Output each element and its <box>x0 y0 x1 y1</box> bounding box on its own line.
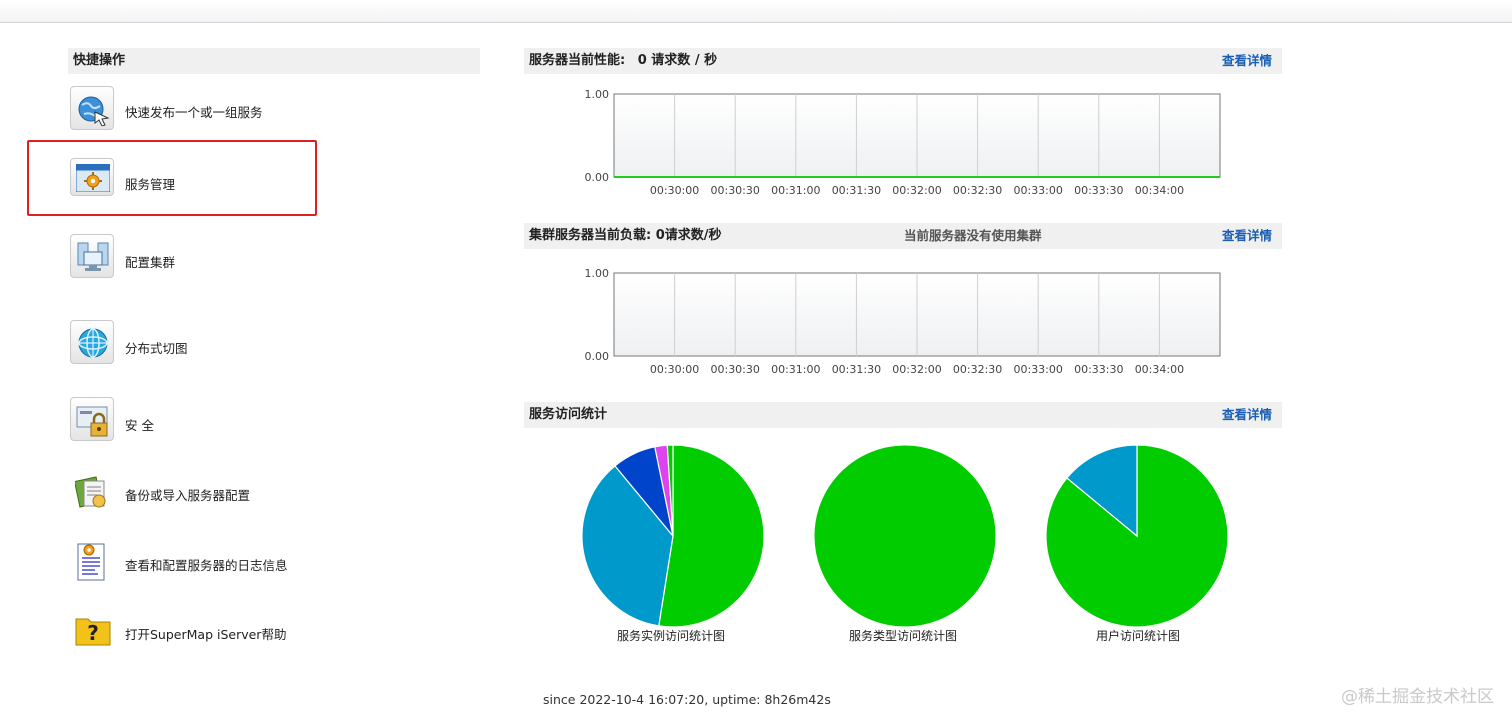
y-tick-label: 0.00 <box>585 171 610 184</box>
pie-caption-service-type: 服务类型访问统计图 <box>848 629 957 643</box>
watermark: @稀土掘金技术社区 <box>1341 687 1494 707</box>
quick-action-logs[interactable]: 查看和配置服务器的日志信息 <box>70 537 370 583</box>
service-instance-pie-chart <box>581 444 765 628</box>
performance-header: 服务器当前性能: 0 请求数 / 秒 查看详情 <box>524 48 1282 74</box>
access-stats-header: 服务访问统计 查看详情 <box>524 402 1282 428</box>
svg-text:?: ? <box>87 621 99 645</box>
log-document-icon <box>70 537 114 581</box>
x-tick-label: 00:32:00 <box>892 363 941 376</box>
cluster-servers-icon <box>70 234 114 278</box>
x-tick-label: 00:34:00 <box>1135 363 1184 376</box>
quick-action-label: 备份或导入服务器配置 <box>125 488 251 503</box>
cluster-details-link[interactable]: 查看详情 <box>1222 223 1272 249</box>
x-tick-label: 00:30:00 <box>650 363 699 376</box>
service-management-gear-icon <box>70 158 114 196</box>
y-tick-label: 0.00 <box>585 350 610 363</box>
performance-value: 0 请求数 / 秒 <box>637 53 718 68</box>
x-tick-label: 00:31:00 <box>771 363 820 376</box>
distributed-tiles-globe-icon <box>70 320 114 364</box>
pie-caption-user-access: 用户访问统计图 <box>1095 629 1180 643</box>
quick-action-label: 快速发布一个或一组服务 <box>125 105 263 120</box>
quick-action-label: 打开SuperMap iServer帮助 <box>125 627 287 642</box>
quick-action-label: 分布式切图 <box>125 341 188 356</box>
cluster-value: 0请求数/秒 <box>655 228 722 243</box>
quick-action-label: 配置集群 <box>125 255 176 270</box>
x-tick-label: 00:32:30 <box>953 363 1002 376</box>
quick-action-distributed-tiles[interactable]: 分布式切图 <box>70 320 370 366</box>
quick-actions-title: 快捷操作 <box>73 53 126 68</box>
quick-action-help[interactable]: ? 打开SuperMap iServer帮助 <box>70 608 370 654</box>
x-tick-label: 00:33:00 <box>1013 184 1062 197</box>
quick-action-backup[interactable]: 备份或导入服务器配置 <box>70 470 370 516</box>
cluster-line-chart: 00:30:00 00:30:30 00:31:00 00:31:30 00:32:00… <box>585 267 1221 376</box>
help-folder-icon: ? <box>70 608 114 652</box>
x-tick-label: 00:33:30 <box>1074 184 1123 197</box>
x-tick-label: 00:34:00 <box>1135 184 1184 197</box>
backup-import-icon <box>70 470 114 514</box>
x-tick-label: 00:33:30 <box>1074 363 1123 376</box>
cluster-header: 集群服务器当前负载: 0请求数/秒 当前服务器没有使用集群 查看详情 <box>524 223 1282 249</box>
quick-action-publish[interactable]: 快速发布一个或一组服务 <box>70 86 370 132</box>
x-tick-label: 00:32:00 <box>892 184 941 197</box>
uptime-footer: since 2022-10-4 16:07:20, uptime: 8h26m4… <box>543 692 831 707</box>
x-tick-label: 00:31:00 <box>771 184 820 197</box>
x-tick-label: 00:31:30 <box>832 363 881 376</box>
service-type-pie-chart <box>813 444 997 628</box>
pie-slice <box>658 444 765 628</box>
y-tick-label: 1.00 <box>585 267 610 280</box>
x-tick-label: 00:30:00 <box>650 184 699 197</box>
x-tick-label: 00:30:30 <box>710 363 759 376</box>
y-tick-label: 1.00 <box>585 88 610 101</box>
performance-details-link[interactable]: 查看详情 <box>1222 48 1272 74</box>
quick-action-cluster[interactable]: 配置集群 <box>70 234 370 280</box>
quick-action-service-management[interactable]: 服务管理 <box>70 158 370 204</box>
cluster-status: 当前服务器没有使用集群 <box>904 228 1042 243</box>
security-lock-icon <box>70 397 114 441</box>
access-stats-title: 服务访问统计 <box>529 407 608 422</box>
x-tick-label: 00:32:30 <box>953 184 1002 197</box>
quick-action-label: 服务管理 <box>125 177 176 192</box>
quick-action-security[interactable]: 安 全 <box>70 397 370 443</box>
pie-caption-service-instance: 服务实例访问统计图 <box>616 629 725 643</box>
cluster-title: 集群服务器当前负载: <box>529 228 652 243</box>
x-tick-label: 00:31:30 <box>832 184 881 197</box>
access-stats-details-link[interactable]: 查看详情 <box>1222 402 1272 428</box>
pie-slice <box>813 444 997 628</box>
user-access-pie-chart <box>1045 444 1229 628</box>
top-bar <box>0 0 1512 23</box>
x-tick-label: 00:33:00 <box>1013 363 1062 376</box>
performance-title: 服务器当前性能: <box>529 53 626 68</box>
x-tick-label: 00:30:30 <box>710 184 759 197</box>
globe-publish-icon <box>70 86 114 130</box>
performance-line-chart: 00:30:00 00:30:30 00:31:00 00:31:30 00:32:00… <box>585 88 1221 197</box>
quick-action-label: 查看和配置服务器的日志信息 <box>125 558 288 573</box>
quick-actions-header: 快捷操作 <box>68 48 480 74</box>
quick-action-label: 安 全 <box>125 418 154 433</box>
